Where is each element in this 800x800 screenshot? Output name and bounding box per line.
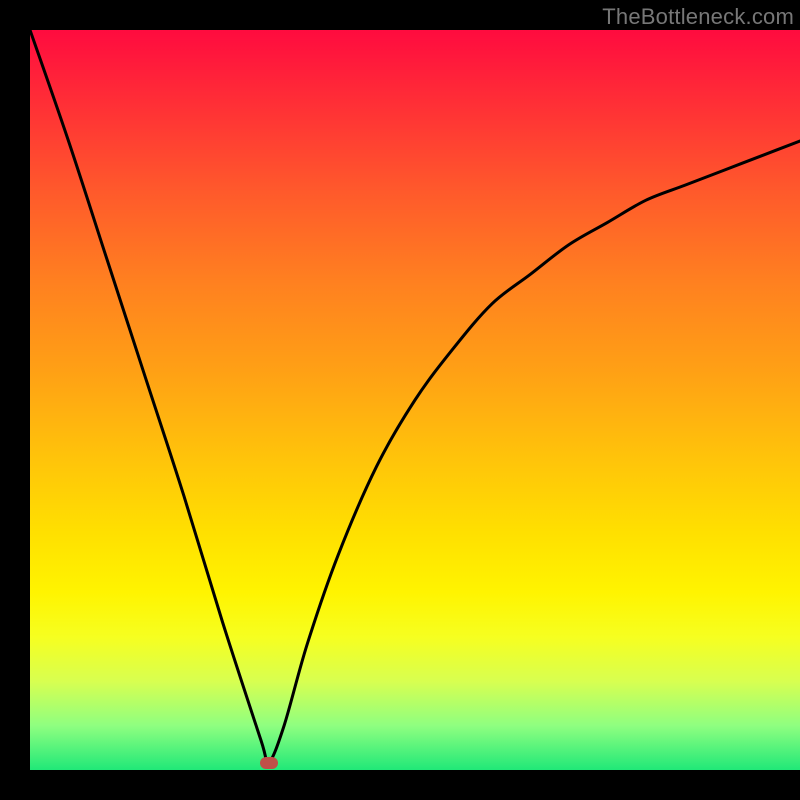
chart-frame: TheBottleneck.com (0, 0, 800, 800)
bottleneck-curve (30, 30, 800, 763)
watermark-text: TheBottleneck.com (602, 4, 794, 30)
curve-svg (30, 30, 800, 770)
plot-area (30, 30, 800, 770)
optimum-marker (260, 757, 278, 769)
